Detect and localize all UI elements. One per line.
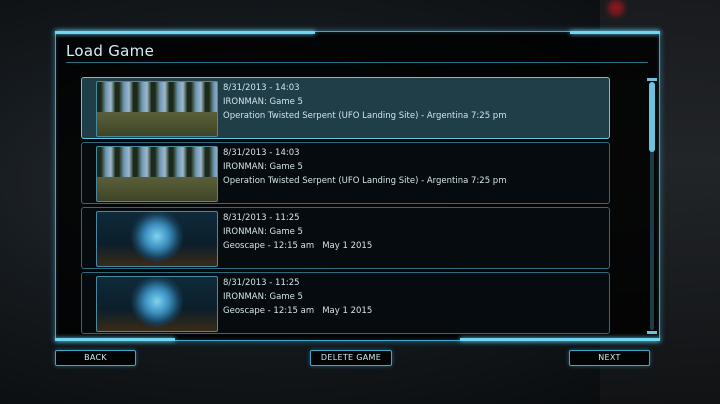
frame-accent bbox=[55, 338, 175, 341]
save-slot-row[interactable]: 8/31/2013 - 11:25 IRONMAN: Game 5 Geosca… bbox=[81, 207, 610, 269]
scrollbar[interactable] bbox=[647, 78, 657, 334]
save-thumbnail bbox=[96, 211, 218, 267]
save-slot-row[interactable]: 8/31/2013 - 11:25 IRONMAN: Game 5 Geosca… bbox=[81, 272, 610, 334]
title-divider bbox=[66, 62, 648, 63]
back-button[interactable]: BACK bbox=[55, 350, 136, 366]
save-info: 8/31/2013 - 11:25 IRONMAN: Game 5 Geosca… bbox=[223, 211, 372, 253]
load-game-panel: Load Game 8/31/2013 - 14:03 IRONMAN: Gam… bbox=[55, 31, 660, 341]
save-date: 8/31/2013 - 11:25 bbox=[223, 213, 300, 223]
delete-game-button[interactable]: DELETE GAME bbox=[310, 350, 392, 366]
save-game-name: IRONMAN: Game 5 bbox=[223, 227, 303, 237]
scrollbar-cap bbox=[647, 331, 657, 334]
save-location: Operation Twisted Serpent (UFO Landing S… bbox=[223, 176, 507, 186]
frame-accent bbox=[460, 338, 660, 341]
save-date: 8/31/2013 - 14:03 bbox=[223, 148, 300, 158]
save-location: Geoscape - 12:15 am May 1 2015 bbox=[223, 306, 373, 316]
save-thumbnail bbox=[96, 276, 218, 332]
scrollbar-thumb[interactable] bbox=[649, 82, 655, 152]
save-info: 8/31/2013 - 11:25 IRONMAN: Game 5 Geosca… bbox=[223, 276, 372, 318]
save-thumbnail bbox=[96, 146, 218, 202]
save-date: 8/31/2013 - 11:25 bbox=[223, 278, 300, 288]
panel-title: Load Game bbox=[66, 42, 155, 60]
save-location: Operation Twisted Serpent (UFO Landing S… bbox=[223, 111, 507, 121]
save-info: 8/31/2013 - 14:03 IRONMAN: Game 5 Operat… bbox=[223, 146, 506, 188]
background-red-light bbox=[608, 0, 624, 16]
save-thumbnail bbox=[96, 81, 218, 137]
save-game-name: IRONMAN: Game 5 bbox=[223, 292, 303, 302]
save-slot-row[interactable]: 8/31/2013 - 14:03 IRONMAN: Game 5 Operat… bbox=[81, 142, 610, 204]
scrollbar-cap bbox=[647, 78, 657, 81]
save-info: 8/31/2013 - 14:03 IRONMAN: Game 5 Operat… bbox=[223, 81, 506, 123]
next-button[interactable]: NEXT bbox=[569, 350, 650, 366]
save-date: 8/31/2013 - 14:03 bbox=[223, 83, 300, 93]
save-list: 8/31/2013 - 14:03 IRONMAN: Game 5 Operat… bbox=[81, 77, 610, 337]
save-game-name: IRONMAN: Game 5 bbox=[223, 162, 303, 172]
save-game-name: IRONMAN: Game 5 bbox=[223, 97, 303, 107]
frame-accent bbox=[570, 31, 660, 34]
save-location: Geoscape - 12:15 am May 1 2015 bbox=[223, 241, 373, 251]
frame-accent bbox=[55, 31, 315, 34]
save-slot-row[interactable]: 8/31/2013 - 14:03 IRONMAN: Game 5 Operat… bbox=[81, 77, 610, 139]
